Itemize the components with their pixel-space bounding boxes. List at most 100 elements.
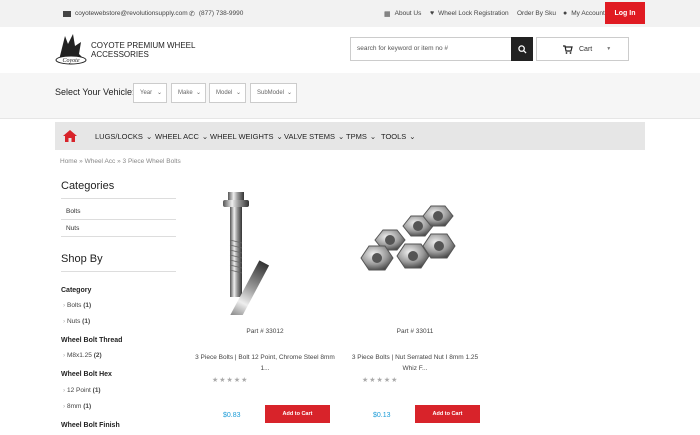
product-card: Part # 33012 3 Piece Bolts | Bolt 12 Poi… [195, 180, 335, 435]
nav-item-wheel-acc[interactable]: WHEEL ACC ⌄ [155, 122, 208, 150]
chevron-down-icon: ⌄ [145, 131, 153, 141]
facet-option-count: (1) [83, 403, 92, 410]
email-text[interactable]: coyotewebstore@revolutionsupply.com [75, 10, 188, 17]
nav-label: TOOLS [381, 131, 407, 141]
search-button[interactable] [511, 37, 533, 61]
order-by-sku-label[interactable]: Order By Sku [517, 10, 556, 17]
chevron-down-icon: ⌄ [369, 131, 377, 141]
breadcrumb: Home » Wheel Acc » 3 Piece Wheel Bolts [60, 158, 181, 165]
email-contact[interactable]: coyotewebstore@revolutionsupply.com [63, 0, 188, 27]
cart-icon [563, 45, 573, 54]
breadcrumb-home[interactable]: Home [60, 158, 77, 165]
login-button[interactable]: Log In [605, 2, 645, 24]
rating-stars: ★★★★★ [362, 377, 399, 384]
divider [61, 271, 176, 272]
nav-label: WHEEL ACC [155, 131, 199, 141]
submodel-select[interactable]: SubModel ⌄ [250, 83, 297, 103]
facet-heading-thread: Wheel Bolt Thread [61, 337, 123, 344]
chevron-down-icon: ⌄ [235, 90, 241, 96]
vehicle-selector-label: Select Your Vehicle: [55, 87, 135, 97]
vehicle-selector-bar: Select Your Vehicle: Year ⌄ Make ⌄ Model ⌄ … [0, 73, 700, 119]
brand-name: COYOTE PREMIUM WHEEL ACCESSORIES [91, 41, 196, 59]
facet-option-bolts[interactable]: › Bolts (1) [63, 302, 91, 309]
facet-heading-category: Category [61, 287, 92, 294]
nav-item-lugs-locks[interactable]: LUGS/LOCKS ⌄ [95, 122, 152, 150]
chevron-down-icon: ⌄ [201, 131, 209, 141]
registration-label[interactable]: Wheel Lock Registration [438, 10, 508, 17]
model-select[interactable]: Model ⌄ [209, 83, 246, 103]
top-bar: coyotewebstore@revolutionsupply.com ✆ (8… [0, 0, 700, 27]
breadcrumb-wheel-acc[interactable]: Wheel Acc [85, 158, 116, 165]
part-number: Part # 33011 [396, 328, 434, 335]
divider [61, 236, 176, 237]
search-box[interactable]: search for keyword or item no # [350, 37, 533, 61]
account-link[interactable]: ● My Account [563, 0, 605, 27]
chevron-down-icon: ⌄ [286, 90, 292, 96]
facet-option-12-point[interactable]: › 12 Point (1) [63, 387, 101, 394]
rating-stars: ★★★★★ [212, 377, 249, 384]
cart-label: Cart [579, 45, 593, 53]
facet-option-label: Bolts [66, 302, 82, 309]
year-select[interactable]: Year ⌄ [133, 83, 167, 103]
nav-label: LUGS/LOCKS [95, 131, 143, 141]
nav-item-wheel-weights[interactable]: WHEEL WEIGHTS ⌄ [210, 122, 283, 150]
nav-label: VALVE STEMS [284, 131, 335, 141]
category-link-bolts[interactable]: Bolts [66, 208, 80, 215]
phone-contact[interactable]: ✆ (877) 738-9990 [189, 0, 243, 27]
facet-heading-finish: Wheel Bolt Finish [61, 422, 120, 429]
product-name[interactable]: 3 Piece Bolts | Bolt 12 Point, Chrome St… [195, 352, 335, 374]
make-select[interactable]: Make ⌄ [171, 83, 206, 103]
phone-text[interactable]: (877) 738-9990 [199, 10, 243, 17]
order-by-sku-link[interactable]: Order By Sku [517, 0, 556, 27]
registration-link[interactable]: ♥ Wheel Lock Registration [430, 0, 509, 27]
facet-option-8mm[interactable]: › 8mm (1) [63, 403, 91, 410]
search-input[interactable]: search for keyword or item no # [357, 45, 448, 52]
facet-option-count: (1) [83, 302, 92, 309]
year-select-value: Year [140, 90, 153, 96]
facet-option-count: (1) [82, 318, 91, 325]
shop-by-heading: Shop By [61, 253, 103, 265]
about-label[interactable]: About Us [395, 10, 422, 17]
category-link-nuts[interactable]: Nuts [66, 225, 79, 232]
facet-option-label: Nuts [66, 318, 81, 325]
submodel-select-value: SubModel [257, 90, 285, 96]
facet-option-label: M8x1.25 [66, 352, 92, 359]
cart-button[interactable]: Cart ▼ [536, 37, 629, 61]
add-to-cart-button[interactable]: Add to Cart [415, 405, 480, 423]
grid-icon: ▦ [384, 10, 391, 18]
product-image-nuts[interactable] [345, 180, 485, 315]
user-icon: ● [563, 10, 568, 17]
site-header: Coyote COYOTE PREMIUM WHEEL ACCESSORIES … [0, 27, 700, 73]
nav-label: TPMS [346, 131, 367, 141]
phone-icon: ✆ [189, 10, 195, 18]
facet-option-count: (1) [92, 387, 101, 394]
facet-option-label: 8mm [66, 403, 82, 410]
product-image-bolt[interactable] [195, 180, 335, 345]
facet-option-label: 12 Point [66, 387, 91, 394]
search-icon [517, 44, 527, 54]
nav-item-tools[interactable]: TOOLS ⌄ [381, 122, 416, 150]
product-price: $0.83 [223, 412, 241, 419]
coyote-logo[interactable]: Coyote [55, 30, 89, 66]
model-select-value: Model [216, 90, 233, 96]
add-to-cart-button[interactable]: Add to Cart [265, 405, 330, 423]
chevron-down-icon: ⌄ [156, 90, 162, 96]
nav-label: WHEEL WEIGHTS [210, 131, 274, 141]
about-link[interactable]: ▦ About Us [384, 0, 421, 27]
account-label[interactable]: My Account [571, 10, 605, 17]
facet-heading-hex: Wheel Bolt Hex [61, 371, 112, 378]
divider [61, 198, 176, 199]
chevron-down-icon: ⌄ [276, 131, 283, 141]
divider [61, 219, 176, 220]
heart-icon: ♥ [430, 10, 435, 17]
facet-option-nuts[interactable]: › Nuts (1) [63, 318, 90, 325]
chevron-down-icon: ⌄ [338, 131, 345, 141]
home-link[interactable] [55, 122, 85, 150]
product-name[interactable]: 3 Piece Bolts | Nut Serrated Nut I 8mm 1… [345, 352, 485, 374]
chevron-down-icon: ⌄ [409, 131, 416, 141]
facet-option-m8x125[interactable]: › M8x1.25 (2) [63, 352, 102, 359]
categories-heading: Categories [61, 180, 115, 192]
nav-item-valve-stems[interactable]: VALVE STEMS ⌄ [284, 122, 344, 150]
nav-item-tpms[interactable]: TPMS ⌄ [346, 122, 376, 150]
part-number: Part # 33012 [246, 328, 284, 335]
